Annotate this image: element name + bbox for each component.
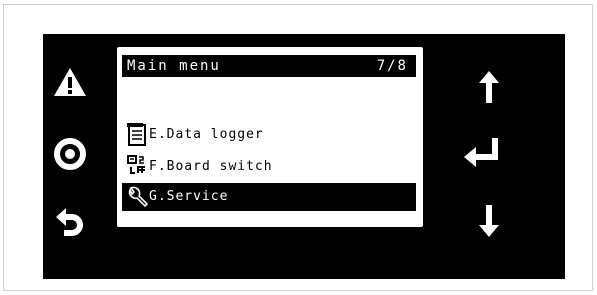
menu-item-label: G.Service <box>149 189 229 204</box>
enter-icon <box>464 138 498 167</box>
back-arrow-icon <box>56 208 83 236</box>
enter-button[interactable] <box>460 130 504 174</box>
screen-title: Main menu <box>127 58 221 74</box>
warning-icon <box>54 68 86 96</box>
board-switch-icon <box>127 155 145 174</box>
wrench-icon <box>128 186 148 208</box>
up-button[interactable] <box>467 65 511 109</box>
menu-item-data-logger[interactable]: E.Data logger <box>122 121 416 149</box>
down-arrow-icon <box>479 205 499 237</box>
menu-item-label: F.Board switch <box>149 159 273 174</box>
warning-button[interactable] <box>48 60 92 104</box>
menu-item-board-switch[interactable]: F.Board switch <box>122 153 416 181</box>
ok-ring-icon <box>54 138 86 170</box>
lcd-screen: Main menu 7/8 E.Data logger F.Board swit… <box>117 47 423 227</box>
menu-item-service[interactable]: G.Service <box>122 183 416 211</box>
down-button[interactable] <box>467 199 511 243</box>
ok-button[interactable] <box>48 132 92 176</box>
data-logger-icon <box>127 123 146 146</box>
back-button[interactable] <box>48 200 92 244</box>
screen-title-bar: Main menu 7/8 <box>122 55 416 77</box>
menu-item-label: E.Data logger <box>149 127 264 142</box>
page-indicator: 7/8 <box>376 58 408 74</box>
up-arrow-icon <box>479 71 499 103</box>
